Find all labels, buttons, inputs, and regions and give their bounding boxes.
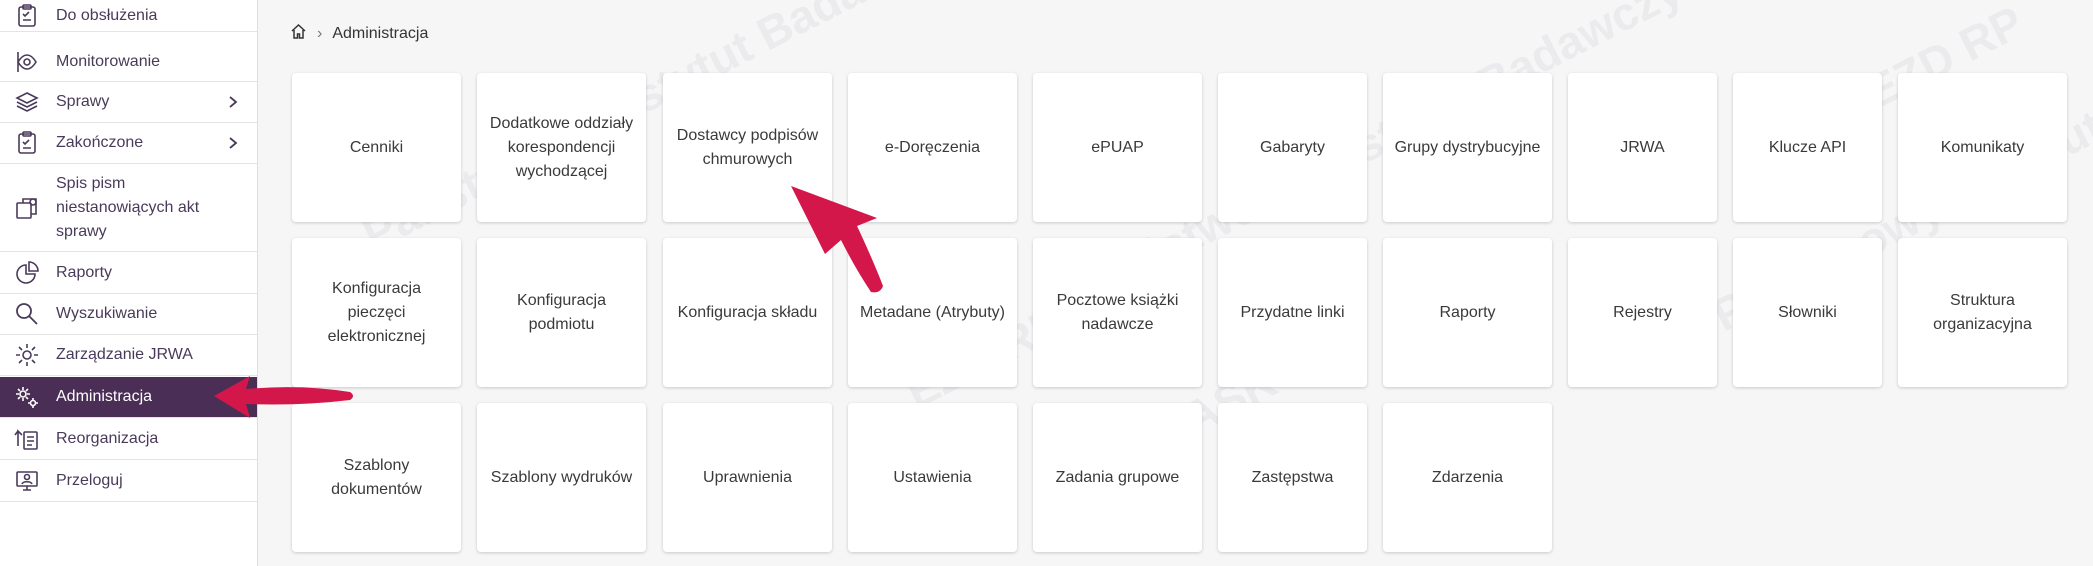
tile-label: Słowniki — [1778, 303, 1837, 321]
admin-tile-jrwa[interactable]: JRWA — [1568, 73, 1717, 222]
sidebar-item-label: Wyszukiwanie — [56, 305, 158, 322]
gear-icon — [14, 342, 40, 368]
admin-tile-dostawcy-podpisow[interactable]: Dostawcy podpisów chmurowych — [663, 73, 832, 222]
sidebar-item-label: Zarządzanie JRWA — [56, 346, 193, 363]
admin-tile-klucze-api[interactable]: Klucze API — [1733, 73, 1882, 222]
sidebar-item-spis-pism[interactable]: Spis pism niestanowiących akt sprawy — [0, 164, 257, 252]
clipboard-check-icon — [14, 3, 40, 29]
admin-tile-konfiguracja-podmiotu[interactable]: Konfiguracja podmiotu — [477, 238, 646, 387]
sidebar-item-zarzadzanie-jrwa[interactable]: Zarządzanie JRWA — [0, 335, 257, 376]
admin-tile-konfiguracja-pieczeci[interactable]: Konfiguracja pieczęci elektronicznej — [292, 238, 461, 387]
tile-label: Klucze API — [1768, 138, 1847, 156]
tile-label: Gabaryty — [1260, 138, 1325, 156]
admin-tile-ustawienia[interactable]: Ustawienia — [848, 403, 1017, 552]
tile-label: Zastępstwa — [1251, 468, 1334, 486]
tile-label: Uprawnienia — [703, 468, 792, 486]
sidebar-item-label: Spis pism niestanowiących akt sprawy — [56, 174, 200, 240]
sidebar-item-label: Raporty — [56, 263, 113, 281]
switch-user-icon — [14, 468, 40, 494]
tile-label: Pocztowe książki nadawcze — [1056, 291, 1179, 333]
sidebar-item-przeloguj[interactable]: Przeloguj — [0, 460, 257, 502]
sidebar-item-label: Reorganizacja — [56, 429, 159, 447]
admin-tile-zadania-grupowe[interactable]: Zadania grupowe — [1033, 403, 1202, 552]
tile-label: Konfiguracja podmiotu — [517, 291, 606, 333]
admin-tile-e-doreczenia[interactable]: e-Doręczenia — [848, 73, 1017, 222]
sidebar-item-monitorowanie[interactable]: Monitorowanie — [0, 42, 257, 82]
sidebar-item-label: Przeloguj — [56, 471, 123, 489]
tile-label: Konfiguracja składu — [677, 303, 818, 321]
pie-chart-icon — [14, 260, 40, 286]
admin-tile-zastepstwa[interactable]: Zastępstwa — [1218, 403, 1367, 552]
eye-icon — [14, 49, 40, 75]
admin-tile-struktura-organizacyjna[interactable]: Struktura organizacyjna — [1898, 238, 2067, 387]
sidebar-item-sprawy[interactable]: Sprawy — [0, 82, 257, 123]
admin-tile-slowniki[interactable]: Słowniki — [1733, 238, 1882, 387]
admin-tile-komunikaty[interactable]: Komunikaty — [1898, 73, 2067, 222]
sidebar-item-administracja[interactable]: Administracja — [0, 377, 257, 418]
chevron-right-icon[interactable] — [227, 95, 239, 109]
chevron-right-icon[interactable] — [227, 136, 239, 150]
reorganize-icon — [14, 426, 40, 452]
sidebar-item-label: Monitorowanie — [56, 52, 161, 70]
admin-tile-dodatkowe-oddzialy[interactable]: Dodatkowe oddziały korespondencji wychod… — [477, 73, 646, 222]
tile-label: Rejestry — [1613, 303, 1672, 321]
tile-label: Ustawienia — [893, 468, 972, 486]
admin-tile-epuap[interactable]: ePUAP — [1033, 73, 1202, 222]
admin-tile-cenniki[interactable]: Cenniki — [292, 73, 461, 222]
tile-label: Grupy dystrybucyjne — [1394, 138, 1541, 156]
admin-tile-uprawnienia[interactable]: Uprawnienia — [663, 403, 832, 552]
sidebar-item-raporty[interactable]: Raporty — [0, 252, 257, 294]
tile-label: Cenniki — [349, 138, 404, 156]
sidebar-item-label: Do obsłużenia — [56, 6, 158, 24]
tile-label: Zadania grupowe — [1055, 468, 1180, 486]
admin-tile-przydatne-linki[interactable]: Przydatne linki — [1218, 238, 1367, 387]
sidebar-item-zakonczone[interactable]: Zakończone — [0, 123, 257, 164]
admin-tile-pocztowe-ksiazki[interactable]: Pocztowe książki nadawcze — [1033, 238, 1202, 387]
admin-tile-konfiguracja-skladu[interactable]: Konfiguracja składu — [663, 238, 832, 387]
tile-label: Komunikaty — [1940, 138, 2025, 156]
clipboard-done-icon — [14, 130, 40, 156]
sidebar-item-label: Sprawy — [56, 93, 110, 110]
tile-label: Przydatne linki — [1240, 303, 1345, 321]
tile-label: JRWA — [1620, 138, 1665, 156]
admin-tile-szablony-wydrukow[interactable]: Szablony wydruków — [477, 403, 646, 552]
admin-tile-raporty[interactable]: Raporty — [1383, 238, 1552, 387]
home-icon[interactable] — [290, 23, 307, 45]
tile-label: Szablony wydruków — [490, 468, 633, 486]
sidebar-item-do-obsluzenia[interactable]: Do obsłużenia — [0, 0, 257, 32]
tile-label: Raporty — [1439, 303, 1496, 321]
tile-label: Dostawcy podpisów chmurowych — [676, 126, 819, 168]
tile-label: Struktura organizacyjna — [1933, 291, 2032, 333]
search-icon — [14, 301, 40, 327]
admin-tile-grupy-dystrybucyjne[interactable]: Grupy dystrybucyjne — [1383, 73, 1552, 222]
breadcrumb-current: Administracja — [332, 25, 429, 42]
tile-label: Konfiguracja pieczęci elektronicznej — [327, 279, 426, 345]
breadcrumb-separator: › — [317, 25, 323, 42]
sidebar-item-wyszukiwanie[interactable]: Wyszukiwanie — [0, 294, 257, 335]
tile-label: Szablony dokumentów — [331, 456, 422, 498]
sidebar-item-label: Administracja — [56, 388, 153, 405]
admin-tile-gabaryty[interactable]: Gabaryty — [1218, 73, 1367, 222]
sidebar-item-label: Zakończone — [56, 134, 144, 151]
documents-icon — [14, 195, 40, 221]
gears-icon — [14, 384, 40, 410]
tile-label: Metadane (Atrybuty) — [860, 303, 1005, 321]
admin-tile-zdarzenia[interactable]: Zdarzenia — [1383, 403, 1552, 552]
admin-tile-rejestry[interactable]: Rejestry — [1568, 238, 1717, 387]
admin-tile-metadane[interactable]: Metadane (Atrybuty) — [848, 238, 1017, 387]
sidebar: Do obsłużenia Monitorowanie Sprawy Zakoń… — [0, 0, 258, 566]
sidebar-item-reorganizacja[interactable]: Reorganizacja — [0, 418, 257, 460]
tile-label: Dodatkowe oddziały korespondencji wychod… — [489, 114, 634, 180]
tile-label: Zdarzenia — [1431, 468, 1504, 486]
admin-tile-szablony-dokumentow[interactable]: Szablony dokumentów — [292, 403, 461, 552]
breadcrumb: › Administracja — [290, 22, 428, 46]
tile-label: e-Doręczenia — [884, 138, 981, 156]
layers-icon — [14, 89, 40, 115]
tile-label: ePUAP — [1091, 138, 1144, 156]
